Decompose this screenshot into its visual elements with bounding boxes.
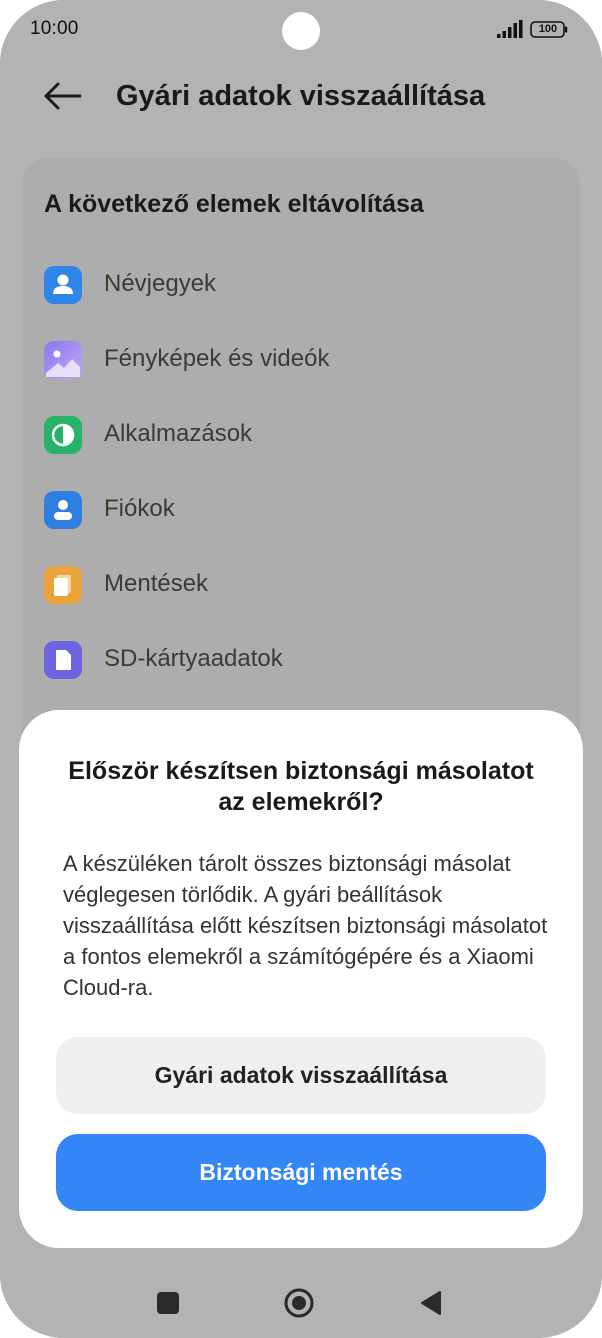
home-icon[interactable]	[283, 1287, 315, 1319]
arrow-left-icon[interactable]	[40, 78, 84, 114]
list-item-label: Fiókok	[104, 495, 175, 522]
backup-files-icon	[44, 566, 82, 604]
phone-screen: 10:00 100 Gyári adatok visszaállítása A …	[0, 0, 602, 1338]
card-title: A következő elemek eltávolítása	[44, 190, 424, 218]
front-camera	[282, 12, 320, 50]
nav-back-icon[interactable]	[418, 1290, 442, 1316]
backup-button[interactable]: Biztonsági mentés	[56, 1134, 546, 1211]
status-time: 10:00	[30, 18, 79, 39]
contact-icon	[44, 266, 82, 304]
pie-chart-icon	[44, 416, 82, 454]
factory-reset-button[interactable]: Gyári adatok visszaállítása	[56, 1037, 546, 1114]
list-item-label: Névjegyek	[104, 270, 217, 297]
list-item-label: Mentések	[104, 570, 209, 597]
list-item-contacts: Névjegyek	[44, 264, 564, 304]
account-icon	[44, 491, 82, 529]
list-item-backups: Mentések	[44, 564, 564, 604]
list-item-photos: Fényképek és videók	[44, 339, 564, 379]
list-item-label: Fényképek és videók	[104, 345, 330, 372]
page-title: Gyári adatok visszaállítása	[116, 80, 486, 112]
gallery-icon	[44, 341, 82, 379]
dialog-title: Először készítsen biztonsági másolatot a…	[68, 757, 534, 816]
list-item-accounts: Fiókok	[44, 489, 564, 529]
status-bar: 10:00 100	[0, 0, 602, 60]
battery-level: 100	[538, 23, 558, 35]
list-item-label: SD-kártyaadatok	[104, 645, 283, 672]
backup-dialog: Először készítsen biztonsági másolatot a…	[19, 710, 583, 1248]
sd-card-icon	[44, 641, 82, 679]
dialog-message: A készüléken tárolt összes biztonsági má…	[63, 851, 548, 1000]
list-item-apps: Alkalmazások	[44, 414, 564, 454]
signal-icon	[497, 20, 523, 38]
battery-icon: 100	[530, 21, 568, 38]
items-card	[22, 158, 580, 778]
list-item-label: Alkalmazások	[104, 420, 253, 447]
recent-apps-icon[interactable]	[157, 1292, 179, 1314]
list-item-sd-card: SD-kártyaadatok	[44, 639, 564, 679]
